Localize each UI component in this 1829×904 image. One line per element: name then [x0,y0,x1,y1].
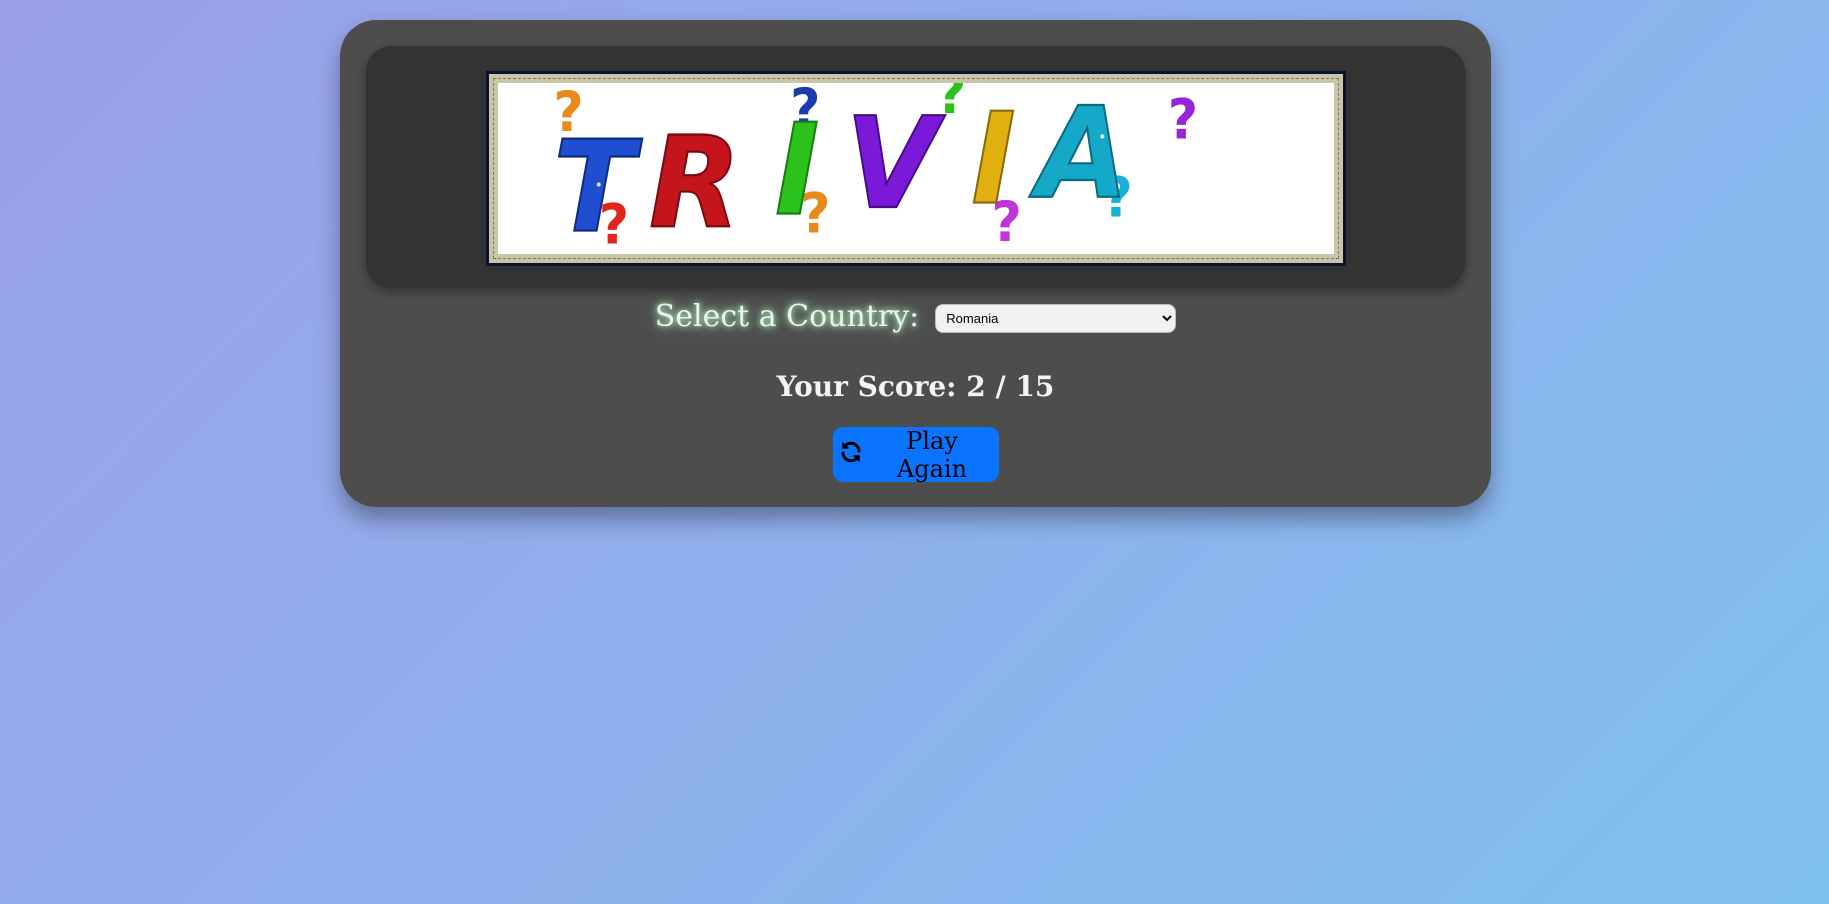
svg-text:?: ? [1168,87,1198,152]
svg-text:?: ? [936,83,966,126]
play-again-button[interactable]: Play Again [833,426,999,483]
country-select-row: Select a Country: Romania [340,296,1491,336]
svg-text:I: I [971,85,1015,232]
banner-box: ? ? ? ? ? ? ? ? T R I V I A [366,46,1465,288]
svg-text:A: A [1029,83,1129,226]
play-again-label: Play Again [896,426,968,483]
svg-text:I: I [775,96,819,243]
trivia-card: ? ? ? ? ? ? ? ? T R I V I A Select a Cou… [340,20,1491,507]
trivia-logo-image: ? ? ? ? ? ? ? ? T R I V I A [552,83,1198,254]
select-country-label: Select a Country: [654,298,920,334]
svg-text:R: R [649,109,741,254]
refresh-icon [839,440,863,470]
country-dropdown[interactable]: Romania [935,303,1177,333]
score-display: Your Score: 2 / 15 [776,370,1055,403]
svg-text:V: V [845,90,945,237]
trivia-logo: ? ? ? ? ? ? ? ? T R I V I A [486,71,1346,266]
